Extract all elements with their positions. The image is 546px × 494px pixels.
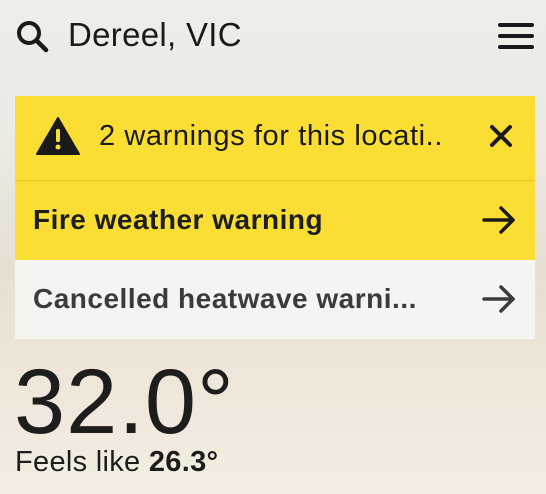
warnings-summary-text: 2 warnings for this locati.. — [99, 120, 443, 152]
warning-triangle-icon — [36, 117, 80, 155]
warning-item-cancelled-heatwave[interactable]: Cancelled heatwave warni... — [15, 260, 535, 339]
current-temperature: 32.0° — [14, 351, 235, 453]
feels-like-label: Feels like — [15, 446, 141, 478]
warning-item-label: Fire weather warning — [33, 204, 324, 235]
warnings-summary: 2 warnings for this locati.. — [15, 96, 535, 181]
menu-button[interactable] — [498, 20, 534, 52]
warnings-panel: 2 warnings for this locati.. Fire weathe… — [15, 96, 535, 339]
feels-like: Feels like 26.3° — [15, 444, 218, 480]
search-icon — [17, 21, 49, 53]
feels-like-value: 26.3° — [148, 446, 219, 478]
arrow-right-icon — [482, 285, 515, 313]
location-title: Dereel, VIC — [68, 16, 242, 53]
close-warnings-button[interactable] — [485, 120, 517, 152]
close-icon — [490, 125, 512, 147]
warning-item-label: Cancelled heatwave warni... — [33, 283, 417, 314]
arrow-right-icon — [482, 206, 515, 234]
header: Dereel, VIC — [0, 0, 546, 70]
search-button[interactable] — [14, 18, 50, 54]
warning-item-fire-weather[interactable]: Fire weather warning — [15, 181, 535, 260]
hamburger-menu-icon — [498, 23, 534, 27]
